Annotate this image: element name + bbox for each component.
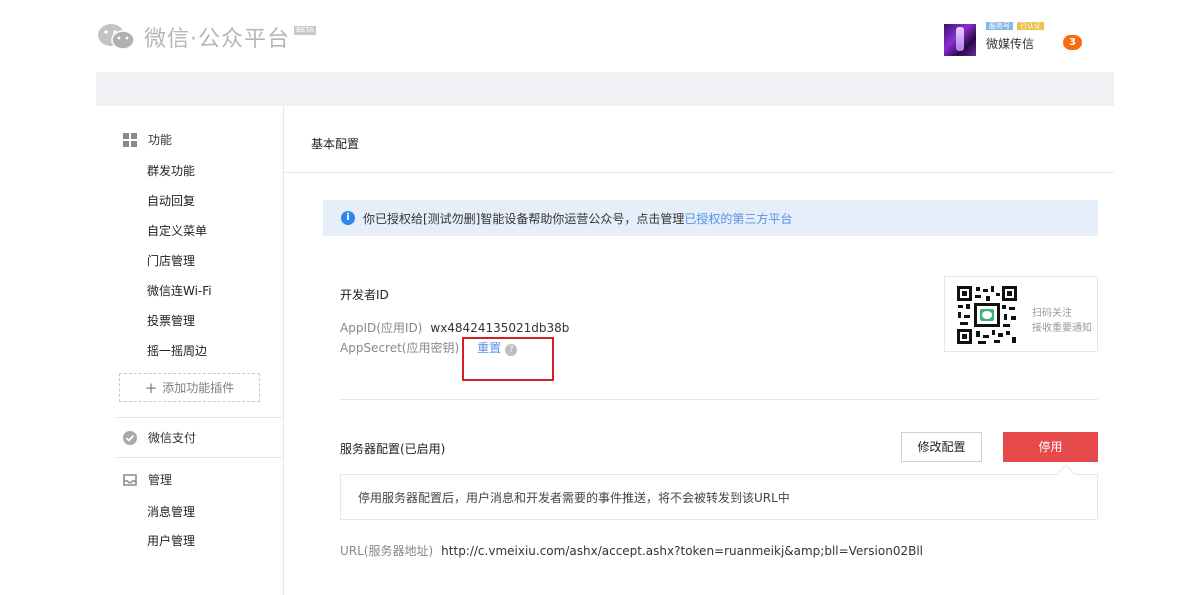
nav-strip [96,72,1114,106]
info-icon: i [341,211,355,225]
sidebar-item-message-management[interactable]: 消息管理 [147,503,195,520]
qr-caption-line2: 接收重要通知 [1032,323,1092,334]
sidebar-item-vote-management[interactable]: 投票管理 [147,312,195,329]
sidebar: 功能 群发功能 自动回复 自定义菜单 门店管理 微信连Wi-Fi 投票管理 摇一… [96,106,284,595]
account-name[interactable]: 微媒传信 [986,35,1034,52]
sidebar-item-mass-send[interactable]: 群发功能 [147,162,195,179]
qr-caption-line1: 扫码关注 [1032,308,1072,319]
sidebar-item-auto-reply[interactable]: 自动回复 [147,192,195,209]
top-header: 微信·公众平台 BETA 服务号 已认证 微媒传信 3 [0,0,1187,72]
sidebar-item-custom-menu[interactable]: 自定义菜单 [147,222,207,239]
server-url-row: URL(服务器地址) http://c.vmeixiu.com/ashx/acce… [340,542,923,559]
account-panel[interactable]: 服务号 已认证 微媒传信 3 [944,22,1124,66]
section-divider [340,399,1098,400]
modify-config-button[interactable]: 修改配置 [901,432,982,462]
sidebar-group-function: 功能 [122,131,172,148]
server-url-label: URL(服务器地址) [340,544,434,558]
third-party-platform-link[interactable]: 已授权的第三方平台 [684,210,792,227]
appsecret-label: AppSecret(应用密钥) [340,341,460,355]
sidebar-group-label: 管理 [148,473,173,487]
qr-follow-card: 扫码关注 接收重要通知 [944,276,1098,352]
avatar[interactable] [944,24,976,56]
sidebar-divider [116,417,284,418]
wechat-logo-icon [98,24,135,50]
highlight-annotation-box [462,337,554,381]
page-title: 基本配置 [311,137,360,151]
disable-tooltip-text: 停用服务器配置后，用户消息和开发者需要的事件推送，将不会被转发到该URL中 [358,490,790,505]
pay-check-icon [123,430,137,445]
authorization-notice: i 你已授权给[测试勿删]智能设备帮助你运营公众号，点击管理 已授权的第三方平台 [323,200,1098,236]
add-plugin-label: 添加功能插件 [162,381,235,395]
sidebar-item-user-management[interactable]: 用户管理 [147,532,195,549]
account-type-badge: 服务号 [986,22,1013,30]
sidebar-group-pay[interactable]: 微信支付 [122,429,196,446]
main-content: 基本配置 i 你已授权给[测试勿删]智能设备帮助你运营公众号，点击管理 已授权的… [284,106,1114,595]
beta-badge: BETA [294,25,316,35]
appid-label: AppID(应用ID) [340,321,423,335]
sidebar-group-manage: 管理 [122,471,172,488]
title-divider [284,172,1114,173]
sidebar-divider [116,457,284,458]
server-config-title: 服务器配置(已启用) [340,442,446,456]
server-url-value: http://c.vmeixiu.com/ashx/accept.ashx?to… [441,544,923,558]
sidebar-item-store-management[interactable]: 门店管理 [147,252,195,269]
appid-value: wx48424135021db38b [430,321,570,335]
plus-icon: + [144,378,158,397]
inbox-icon [123,473,137,486]
disable-button[interactable]: 停用 [1003,432,1098,462]
sidebar-item-shake-nearby[interactable]: 摇一摇周边 [147,342,207,359]
authorization-notice-text: 你已授权给[测试勿删]智能设备帮助你运营公众号，点击管理 [363,211,685,226]
verified-badge: 已认证 [1017,22,1044,30]
sidebar-item-wifi[interactable]: 微信连Wi-Fi [147,282,212,299]
add-plugin-button[interactable]: + 添加功能插件 [119,373,260,402]
developer-id-title: 开发者ID [340,288,389,302]
brand-title: 微信·公众平台 [144,27,290,52]
account-badges: 服务号 已认证 [986,22,1044,30]
qr-code-icon [956,285,1018,345]
brand[interactable]: 微信·公众平台 BETA [96,22,316,52]
sidebar-group-label: 功能 [148,133,173,147]
disable-tooltip: 停用服务器配置后，用户消息和开发者需要的事件推送，将不会被转发到该URL中 [340,474,1098,520]
appid-row: AppID(应用ID) wx48424135021db38b [340,319,569,336]
sidebar-group-label: 微信支付 [148,431,197,445]
grid-icon [123,132,137,147]
notification-count-badge[interactable]: 3 [1063,35,1082,50]
